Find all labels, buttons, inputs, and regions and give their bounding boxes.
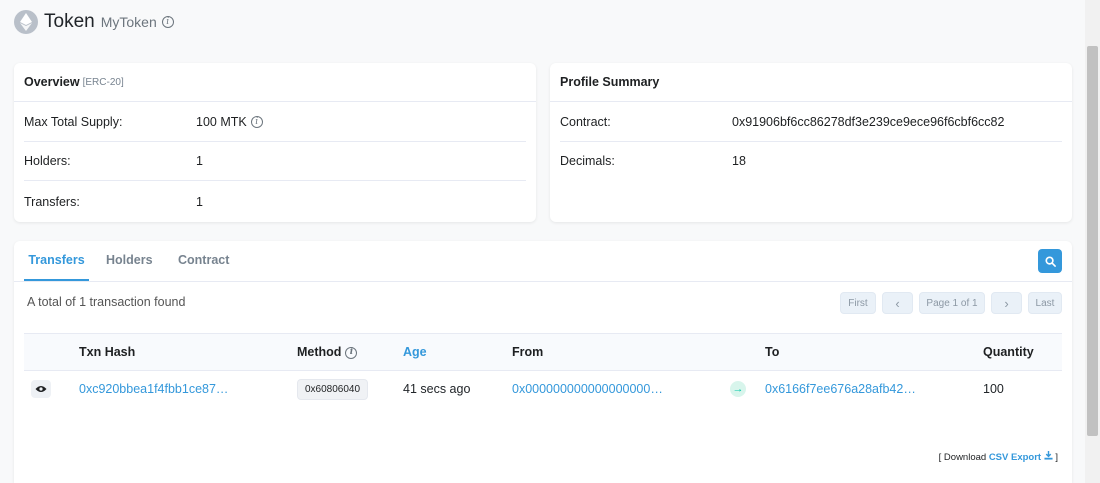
- max-supply-row: Max Total Supply: 100 MTK i: [24, 102, 526, 142]
- overview-card: Overview [ERC-20] Max Total Supply: 100 …: [14, 63, 536, 222]
- age-value: 41 secs ago: [403, 382, 471, 396]
- first-page-button[interactable]: First: [840, 292, 876, 314]
- holders-row: Holders: 1: [24, 141, 526, 181]
- overview-title: Overview: [24, 75, 80, 89]
- page: Token MyToken i Overview [ERC-20] Max To…: [0, 0, 1085, 483]
- contract-row: Contract: 0x91906bf6cc86278df3e239ce9ece…: [560, 102, 1062, 142]
- page-header: Token MyToken i: [14, 8, 174, 36]
- page-scrollbar[interactable]: [1085, 0, 1100, 483]
- download-suffix: ]: [1055, 452, 1058, 463]
- search-icon: [1044, 255, 1056, 267]
- download-prefix: [ Download: [938, 452, 987, 463]
- decimals-value: 18: [732, 153, 746, 168]
- holders-value: 1: [196, 153, 203, 168]
- tab-transfers[interactable]: Transfers: [24, 241, 89, 281]
- table-header: Txn Hash Method i Age From To Quantity: [24, 333, 1062, 371]
- col-method-label: Method: [297, 345, 342, 359]
- from-address-link[interactable]: 0x000000000000000000…: [512, 371, 663, 407]
- next-page-button[interactable]: ›: [991, 292, 1022, 314]
- quantity-value: 100: [983, 382, 1004, 396]
- contract-address-link[interactable]: 0x91906bf6cc86278df3e239ce9ece96f6cbf6cc…: [732, 115, 1004, 129]
- table-row: 0xc920bbea1f4fbb1ce87… 0x60806040 41 sec…: [24, 371, 1062, 407]
- transfers-value: 1: [196, 194, 203, 209]
- eye-icon: [35, 386, 47, 392]
- info-icon[interactable]: i: [345, 346, 358, 359]
- transfers-card: Transfers Holders Contract A total of 1 …: [14, 241, 1072, 483]
- method-badge: 0x60806040: [297, 378, 369, 400]
- tab-holders[interactable]: Holders: [106, 241, 153, 281]
- transaction-count-text: A total of 1 transaction found: [27, 295, 186, 309]
- transfers-row: Transfers: 1: [24, 181, 526, 222]
- txn-hash-link[interactable]: 0xc920bbea1f4fbb1ce87…: [79, 371, 228, 407]
- col-from: From: [512, 345, 544, 359]
- col-age[interactable]: Age: [403, 334, 427, 371]
- decimals-row: Decimals: 18: [560, 141, 1062, 180]
- pagination: First ‹ Page 1 of 1 › Last: [840, 292, 1062, 314]
- decimals-label: Decimals:: [560, 153, 615, 168]
- overview-header: Overview [ERC-20]: [14, 63, 536, 102]
- prev-page-button[interactable]: ‹: [882, 292, 913, 314]
- transfers-label: Transfers:: [24, 194, 80, 209]
- col-to: To: [765, 345, 780, 359]
- csv-export-link[interactable]: CSV Export: [989, 452, 1041, 463]
- profile-summary-title: Profile Summary: [560, 75, 660, 89]
- csv-download: [ Download CSV Export ]: [939, 451, 1058, 463]
- download-icon[interactable]: [1044, 451, 1053, 460]
- col-txn-hash: Txn Hash: [79, 345, 136, 359]
- search-button[interactable]: [1038, 249, 1062, 273]
- scrollbar-thumb[interactable]: [1087, 46, 1098, 436]
- token-name: MyToken: [100, 14, 157, 30]
- info-icon[interactable]: i: [161, 16, 174, 28]
- profile-summary-card: Profile Summary Contract: 0x91906bf6cc86…: [550, 63, 1072, 222]
- page-indicator: Page 1 of 1: [919, 292, 985, 314]
- last-page-button[interactable]: Last: [1028, 292, 1062, 314]
- col-method: Method i: [297, 334, 358, 371]
- tab-bar: Transfers Holders Contract: [14, 241, 1072, 282]
- col-quantity: Quantity: [983, 345, 1034, 359]
- tab-contract[interactable]: Contract: [178, 241, 229, 281]
- holders-label: Holders:: [24, 153, 71, 168]
- contract-label: Contract:: [560, 114, 611, 129]
- max-supply-label: Max Total Supply:: [24, 114, 123, 129]
- max-supply-value: 100 MTK: [196, 114, 247, 129]
- profile-summary-header: Profile Summary: [550, 63, 1072, 102]
- token-standard-tag: [ERC-20]: [82, 76, 124, 88]
- ethereum-icon: [14, 10, 38, 34]
- view-details-button[interactable]: [31, 380, 51, 398]
- page-title: Token: [44, 11, 95, 32]
- info-icon[interactable]: i: [250, 115, 263, 128]
- to-address-link[interactable]: 0x6166f7ee676a28afb42…: [765, 371, 916, 407]
- arrow-right-icon: →: [730, 381, 746, 397]
